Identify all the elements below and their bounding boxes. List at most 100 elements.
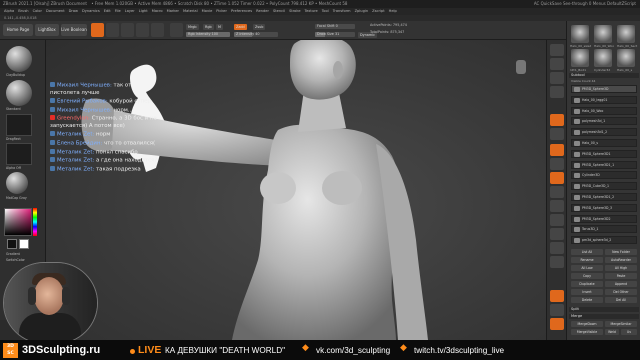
scale-mode-icon[interactable] <box>136 23 149 37</box>
standard-brush-icon[interactable] <box>6 80 32 106</box>
paste-button[interactable]: Paste <box>605 273 637 279</box>
focal-shift-slider[interactable]: Focal Shift 0 <box>315 24 355 29</box>
gradient-label[interactable]: Gradient <box>6 252 20 256</box>
subtool-item[interactable]: Halo_00_legg01 <box>571 95 637 104</box>
menu-item[interactable]: Help <box>389 9 397 13</box>
menu-item[interactable]: Transform <box>333 9 351 13</box>
menu-item[interactable]: Alpha <box>4 9 14 13</box>
menu-item[interactable]: Zscript <box>372 9 384 13</box>
insert-button[interactable]: Insert <box>571 289 603 295</box>
all-low-button[interactable]: All Low <box>571 265 603 271</box>
vk-link[interactable]: vk.com/3d_sculpting <box>316 344 390 358</box>
del-all-button[interactable]: Del All <box>605 297 637 303</box>
subtool-item[interactable]: polymesh3d1_2 <box>571 128 637 137</box>
menu-item[interactable]: Stencil <box>273 9 285 13</box>
move-icon[interactable] <box>550 214 564 226</box>
menu-item[interactable]: Preferences <box>231 9 252 13</box>
twitch-link[interactable]: twitch.tv/3dsculpting_live <box>414 344 504 358</box>
tool-thumb-5[interactable] <box>594 49 612 67</box>
edit-mode-icon[interactable] <box>91 23 104 37</box>
list-all-button[interactable]: List All <box>571 249 603 255</box>
auto-reorder-button[interactable]: AutoReorder <box>605 257 637 263</box>
hue-slider[interactable] <box>33 208 37 236</box>
menu-item[interactable]: Texture <box>305 9 318 13</box>
menu-item[interactable]: File <box>115 9 121 13</box>
subtool-header[interactable]: Subtool <box>569 73 639 78</box>
persp-icon[interactable] <box>550 114 564 126</box>
zadd-button[interactable]: Zadd <box>234 24 247 30</box>
merge-visible-button[interactable]: MergeVisible <box>571 329 603 335</box>
zoom-icon[interactable] <box>550 72 564 84</box>
subtool-item[interactable]: PM3D_Sphere3D1 <box>571 149 637 158</box>
menu-item[interactable]: Color <box>33 9 42 13</box>
menu-item[interactable]: Zplugin <box>355 9 369 13</box>
stroke-icon[interactable] <box>6 114 32 136</box>
menu-item[interactable]: Layer <box>125 9 135 13</box>
rgb-intensity-slider[interactable]: Rgb Intensity 100 <box>186 32 230 37</box>
menu-item[interactable]: Edit <box>104 9 111 13</box>
all-high-button[interactable]: All High <box>605 265 637 271</box>
merge-similar-button[interactable]: MergeSimilar <box>605 321 637 327</box>
lsym-icon[interactable] <box>550 158 564 170</box>
tool-thumb-3[interactable] <box>617 25 635 43</box>
draw-mode-icon[interactable] <box>106 23 119 37</box>
switch-color-label[interactable]: SwitchColor <box>6 258 25 262</box>
line-fill-icon[interactable] <box>550 256 564 268</box>
xyz-icon[interactable] <box>550 172 564 184</box>
append-button[interactable]: Append <box>605 281 637 287</box>
z-intensity-slider[interactable]: Z Intensity 40 <box>234 32 278 37</box>
mrgb-button[interactable]: Mrgb <box>186 24 199 30</box>
subtool-item[interactable]: PM3D_Sphere3D2 <box>571 214 637 223</box>
subtool-item[interactable]: Halo_00_s <box>571 139 637 147</box>
titlebar-right-controls[interactable]: AC QuickSave See-through 0 Menus Default… <box>534 0 636 8</box>
tool-thumb-4[interactable] <box>571 49 589 67</box>
local-icon[interactable] <box>550 144 564 156</box>
transp-icon[interactable] <box>550 304 564 316</box>
home-page-button[interactable]: Home Page <box>3 24 33 36</box>
polyf-icon[interactable] <box>550 290 564 302</box>
del-other-button[interactable]: Del Other <box>605 289 637 295</box>
material-sphere-icon[interactable] <box>170 23 183 37</box>
zsub-button[interactable]: Zsub <box>253 24 266 30</box>
uv-button[interactable]: Uv <box>621 329 637 335</box>
menu-item[interactable]: Draw <box>69 9 78 13</box>
rename-button[interactable]: Rename <box>571 257 603 263</box>
subtool-item[interactable]: PM3D_Sphere3D1_1 <box>571 160 637 169</box>
m-button[interactable]: M <box>216 24 223 30</box>
solo-icon[interactable] <box>550 318 564 330</box>
y-axis-icon[interactable] <box>550 186 564 198</box>
floor-icon[interactable] <box>550 128 564 140</box>
subtool-item[interactable]: PM3D_Sphere3D_3 <box>571 203 637 212</box>
menu-item[interactable]: Marker <box>167 9 179 13</box>
subtool-item[interactable]: Cylinder3D <box>571 171 637 180</box>
menu-item[interactable]: Macro <box>152 9 163 13</box>
subtool-item[interactable]: pm3d_sphere3d_2 <box>571 236 637 245</box>
menu-item[interactable]: Picker <box>216 9 227 13</box>
subtool-item[interactable]: Torus3D_1 <box>571 225 637 234</box>
lightbox-button[interactable]: LightBox <box>35 24 59 36</box>
tool-thumb-1[interactable] <box>571 25 589 43</box>
bpr-icon[interactable] <box>550 44 564 56</box>
primary-color-swatch[interactable] <box>19 239 29 249</box>
clay-buildup-brush-icon[interactable] <box>6 46 32 72</box>
live-boolean-button[interactable]: Live Boolean <box>61 24 87 36</box>
menu-item[interactable]: Material <box>183 9 198 13</box>
subtool-item[interactable]: polymesh3d_1 <box>571 117 637 126</box>
actual-icon[interactable] <box>550 86 564 98</box>
frame-icon[interactable] <box>550 200 564 212</box>
copy-button[interactable]: Copy <box>571 273 603 279</box>
menu-item[interactable]: Brush <box>18 9 28 13</box>
weld-button[interactable]: Weld <box>605 329 619 335</box>
subtool-item[interactable]: PM3D_Cube3D_1 <box>571 182 637 191</box>
rgb-button[interactable]: Rgb <box>203 24 214 30</box>
material-icon[interactable] <box>6 172 28 194</box>
duplicate-button[interactable]: Duplicate <box>571 281 603 287</box>
delete-button[interactable]: Delete <box>571 297 603 303</box>
subtool-item[interactable]: PM3D_Sphere3D1_2 <box>571 193 637 201</box>
secondary-color-swatch[interactable] <box>7 239 17 249</box>
menu-item[interactable]: Render <box>256 9 269 13</box>
scale-icon[interactable] <box>550 228 564 240</box>
menu-item[interactable]: Dynamics <box>82 9 100 13</box>
tool-thumb-2[interactable] <box>594 25 612 43</box>
tool-thumb-6[interactable] <box>617 49 635 67</box>
